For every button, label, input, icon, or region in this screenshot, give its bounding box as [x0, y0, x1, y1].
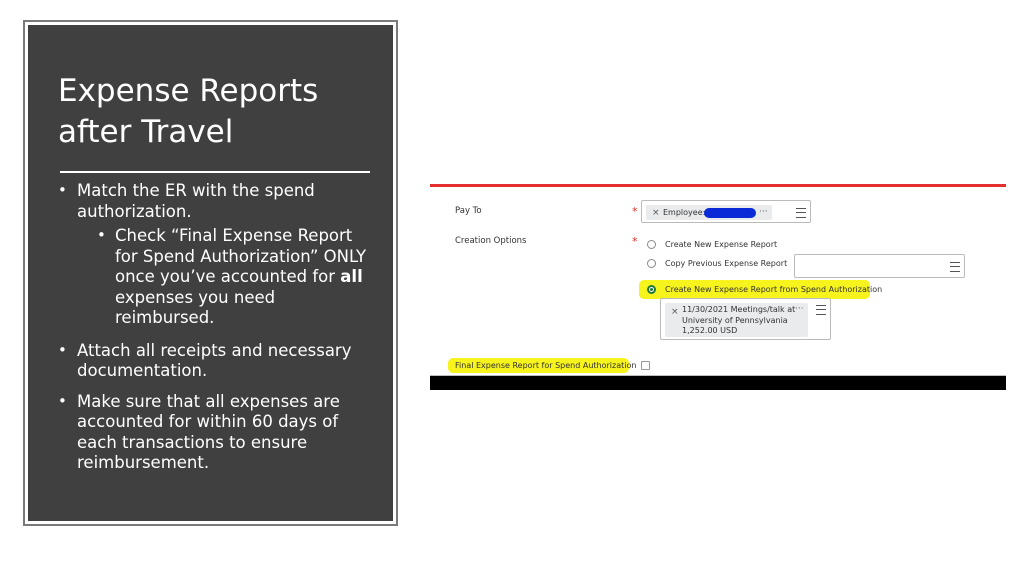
list-prompt-icon[interactable] — [816, 305, 826, 315]
more-options-icon[interactable]: ··· — [759, 207, 768, 217]
radio-create-from-spend[interactable] — [647, 285, 656, 294]
list-prompt-icon[interactable] — [950, 262, 960, 272]
final-report-label: Final Expense Report for Spend Authoriza… — [455, 361, 637, 370]
bullet-item: • Attach all receipts and necessary docu… — [58, 341, 378, 382]
bullet-dot: • — [58, 181, 67, 199]
more-options-icon[interactable]: ··· — [795, 304, 804, 314]
option-create-from-spend-label[interactable]: Create New Expense Report from Spend Aut… — [665, 285, 882, 294]
pay-to-label: Pay To — [455, 206, 482, 216]
bullet-item: • Match the ER with the spend authorizat… — [58, 181, 378, 222]
bullet-text: Make sure that all expenses are accounte… — [77, 391, 340, 473]
expense-form-screenshot: Pay To * × Employee: ··· Creation Option… — [430, 184, 1006, 390]
remove-icon[interactable]: × — [652, 208, 660, 218]
spend-authorization-line2: University of Pennsylvania — [682, 315, 788, 325]
required-marker: * — [632, 235, 638, 248]
spend-authorization-line3: 1,252.00 USD — [682, 326, 738, 335]
bottom-bar — [430, 376, 1006, 390]
bullet-dot: • — [58, 391, 67, 410]
spend-authorization-pill: × 11/30/2021 Meetings/talk at University… — [665, 303, 808, 337]
accent-bar — [430, 184, 1006, 187]
radio-create-new[interactable] — [647, 240, 656, 249]
sub-bullet-bold-word: all — [340, 267, 363, 286]
slide-title-line2: after Travel — [58, 114, 234, 150]
sub-bullet-text-pre: Check “Final Expense Report for Spend Au… — [115, 226, 367, 286]
final-report-checkbox[interactable] — [641, 361, 650, 370]
redaction-mark — [704, 208, 756, 218]
spend-authorization-field[interactable]: × 11/30/2021 Meetings/talk at University… — [660, 298, 831, 340]
pay-to-pill: × Employee: ··· — [646, 205, 772, 220]
bullet-text: Match the ER with the spend authorizatio… — [77, 181, 315, 221]
option-create-new-label[interactable]: Create New Expense Report — [665, 240, 777, 249]
spend-authorization-text: 11/30/2021 Meetings/talk at University o… — [682, 305, 795, 337]
slide-title-line1: Expense Reports — [58, 73, 319, 109]
slide-panel: Expense Reports after Travel • Match the… — [28, 25, 393, 521]
slide-title: Expense Reports after Travel — [58, 71, 378, 153]
creation-options-label: Creation Options — [455, 236, 527, 246]
bullet-text: Attach all receipts and necessary docume… — [77, 340, 352, 381]
spend-authorization-line1: 11/30/2021 Meetings/talk at — [682, 305, 796, 314]
required-marker: * — [632, 205, 638, 218]
remove-icon[interactable]: × — [671, 307, 679, 317]
bullet-list: • Match the ER with the spend authorizat… — [58, 181, 378, 484]
copy-previous-field[interactable] — [794, 254, 965, 278]
sub-bullet-item: • Check “Final Expense Report for Spend … — [58, 226, 378, 329]
sub-bullet-text-post: expenses you need reimbursed. — [115, 287, 276, 328]
bullet-item: • Make sure that all expenses are accoun… — [58, 392, 378, 474]
pay-to-field[interactable]: × Employee: ··· — [641, 200, 811, 223]
pay-to-value: Employee: — [663, 208, 706, 217]
list-prompt-icon[interactable] — [796, 208, 806, 218]
title-divider — [60, 171, 370, 173]
radio-copy-previous[interactable] — [647, 259, 656, 268]
bullet-dot: • — [58, 340, 67, 359]
bullet-dot: • — [97, 226, 106, 244]
option-copy-previous-label[interactable]: Copy Previous Expense Report — [665, 259, 787, 268]
